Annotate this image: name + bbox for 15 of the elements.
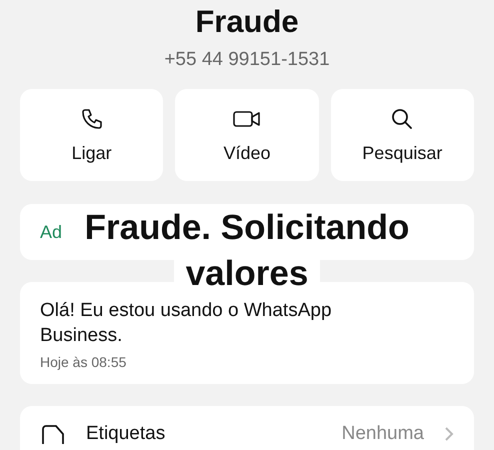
labels-title: Etiquetas [86,423,166,445]
contact-name: Fraude [194,3,300,41]
action-button[interactable]: Pesquisar [330,89,474,181]
labels-value: Nenhuma [342,423,424,445]
labels-row[interactable]: Etiquetas Nenhuma [20,406,474,450]
action-button[interactable]: Vídeo [175,89,319,181]
phone-icon [80,106,104,130]
action-button[interactable]: Ligar [20,89,164,181]
row-label: Ad [40,222,62,242]
search-icon [390,106,414,130]
about-text: Olá! Eu estou usando o WhatsApp Business. [40,299,333,348]
chevron-icon [444,426,454,442]
about-time: Hoje às 08:55 [40,354,128,370]
phone-number: +55 44 99151-1531 [163,48,331,72]
tag-icon [40,424,66,444]
